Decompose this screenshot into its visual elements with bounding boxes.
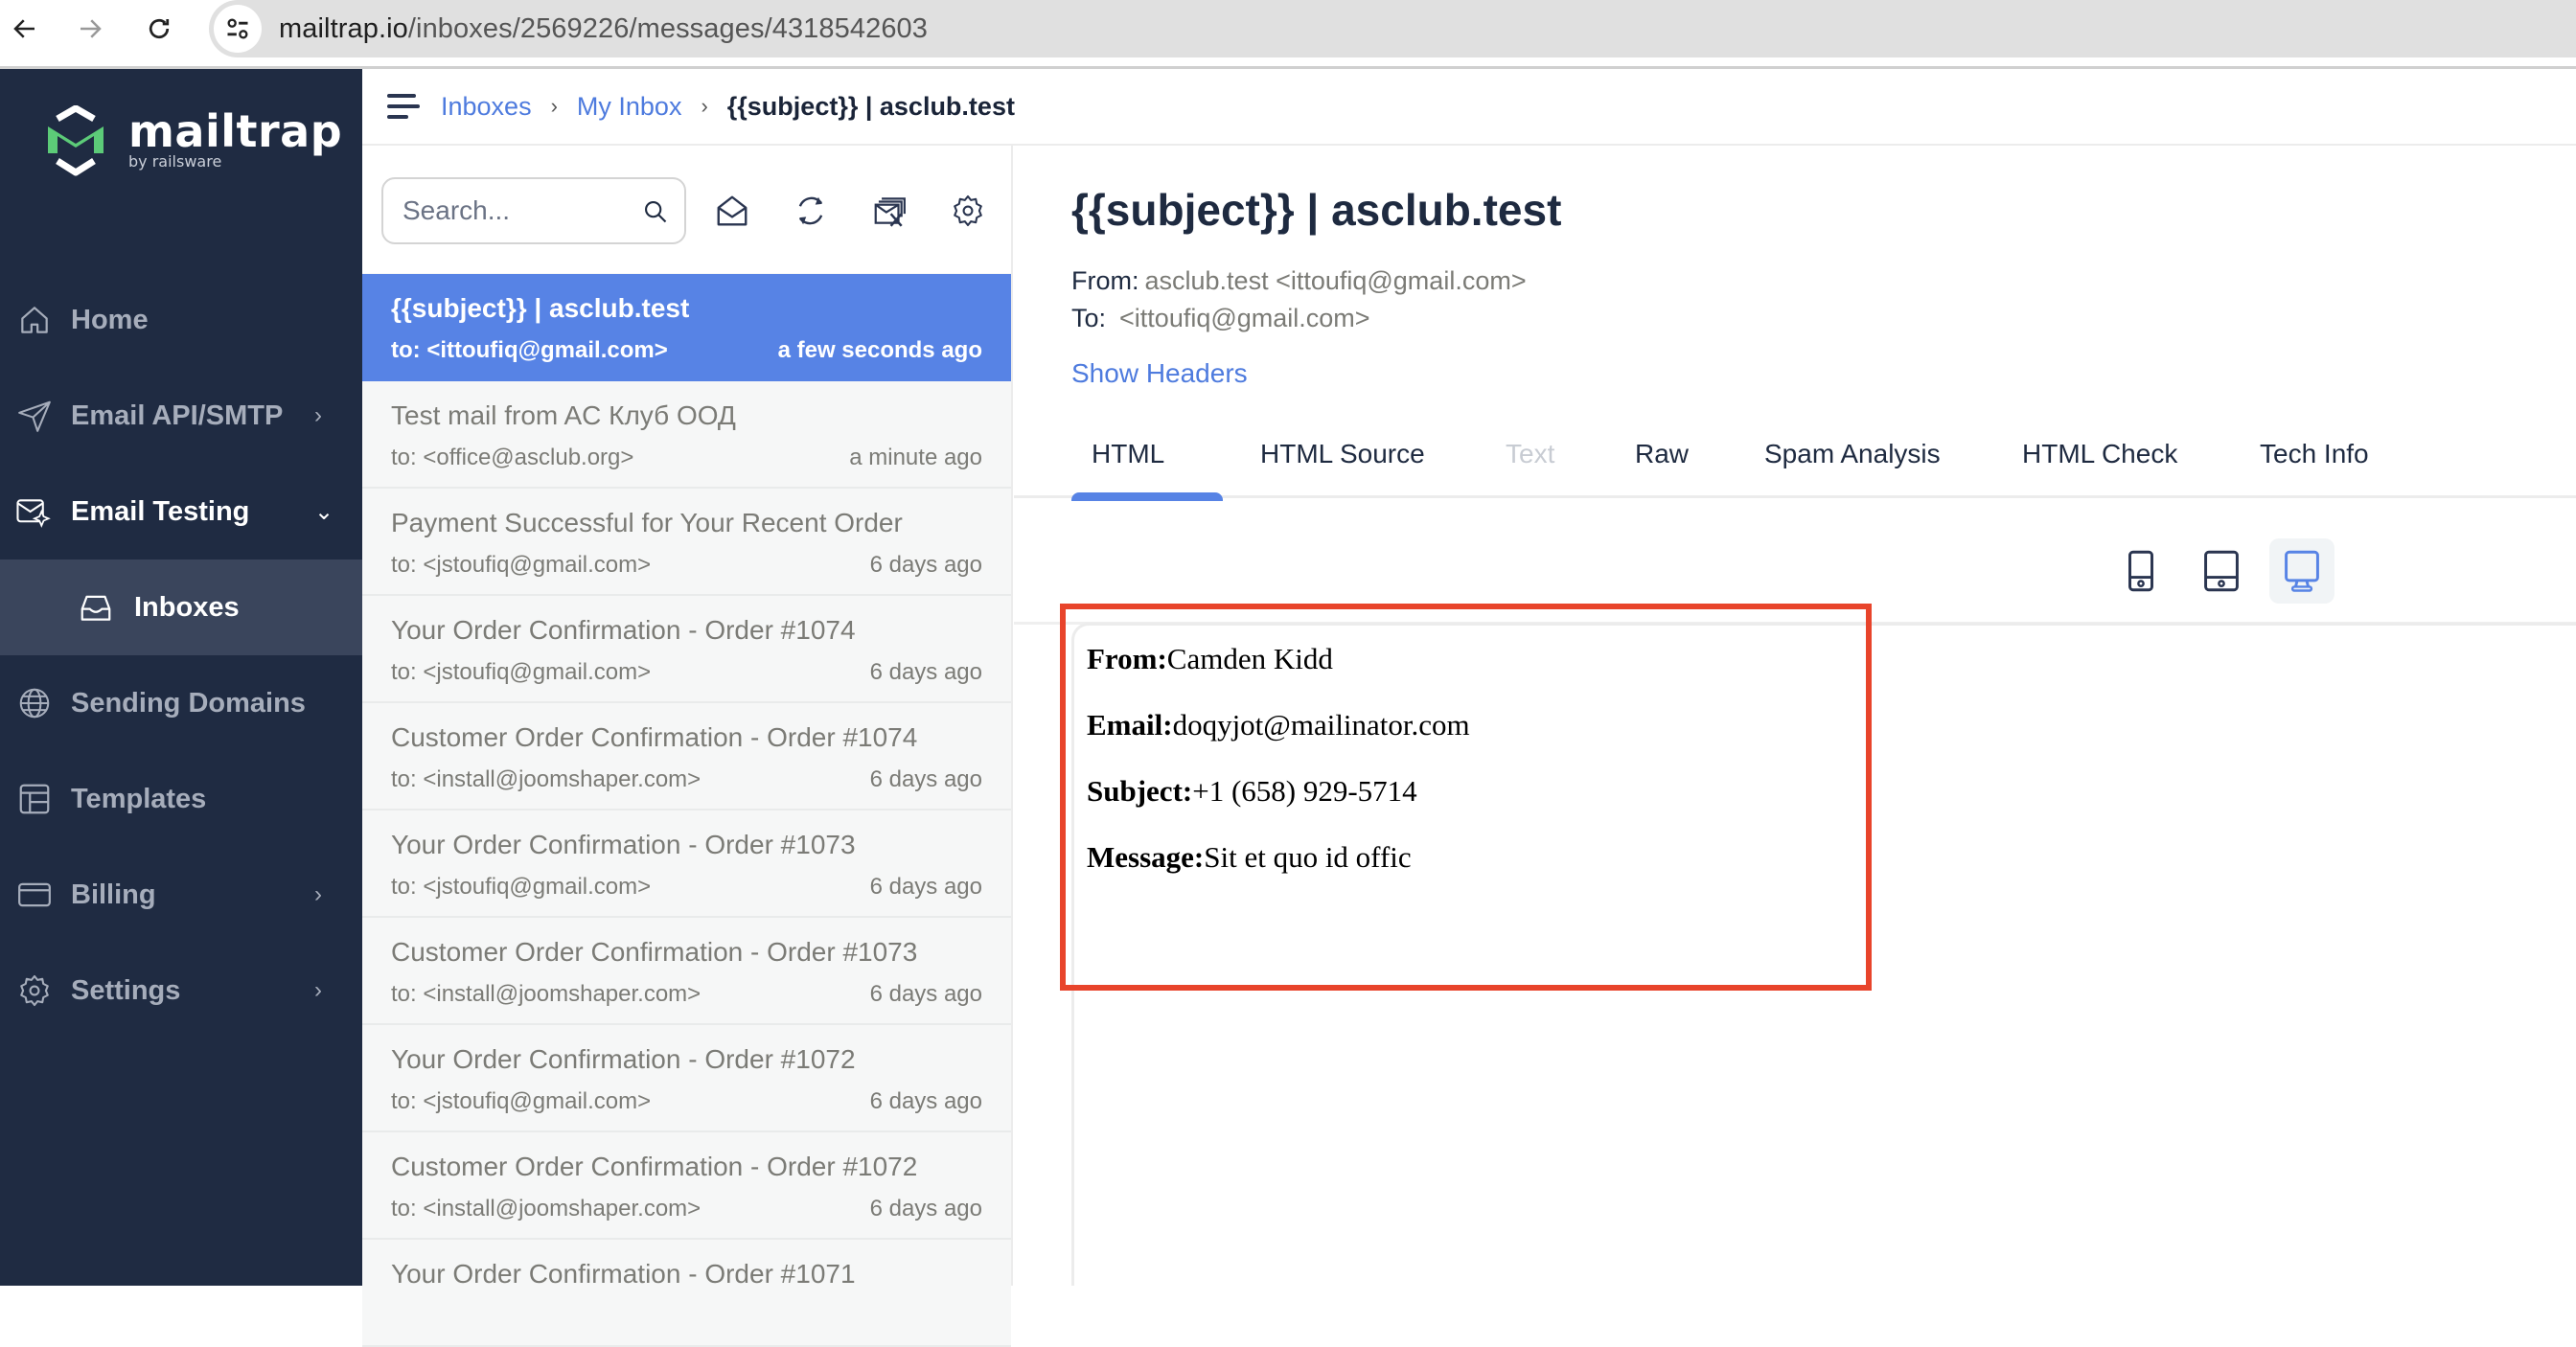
mailtrap-logo-icon — [48, 105, 104, 176]
device-desktop-button[interactable] — [2269, 538, 2334, 604]
tab-raw[interactable]: Raw — [1635, 439, 1689, 469]
inbox-icon — [77, 588, 115, 627]
message-view: {{subject}} | asclub.test From: asclub.te… — [1014, 146, 2576, 1286]
email-testing-icon — [15, 492, 54, 531]
globe-icon — [15, 684, 54, 722]
message-list-item[interactable]: Test mail from AC Клуб ООД to: <office@a… — [362, 381, 1011, 489]
billing-icon — [15, 876, 54, 914]
message-list-pane: {{subject}} | asclub.test to: <ittoufiq@… — [362, 146, 1013, 1347]
envelope-open-icon — [717, 195, 748, 226]
sidebar-item-inboxes[interactable]: Inboxes — [0, 559, 362, 655]
tab-html-source[interactable]: HTML Source — [1260, 439, 1425, 469]
device-tablet-button[interactable] — [2189, 538, 2254, 604]
tab-spam-analysis[interactable]: Spam Analysis — [1764, 439, 1941, 469]
email-body-line: Subject:+1 (658) 929-5714 — [1087, 774, 1417, 808]
site-settings-icon[interactable] — [214, 5, 262, 53]
clear-messages-icon — [874, 197, 906, 227]
breadcrumb: Inboxes › My Inbox › {{subject}} | asclu… — [362, 69, 2576, 146]
email-body-line: From:Camden Kidd — [1087, 642, 1333, 675]
tab-html[interactable]: HTML — [1092, 439, 1164, 469]
send-icon — [15, 397, 54, 435]
mobile-icon — [2128, 550, 2153, 592]
search-box[interactable] — [381, 177, 686, 244]
mailtrap-logo[interactable]: mailtrap by railsware — [44, 105, 342, 176]
breadcrumb-my-inbox[interactable]: My Inbox — [577, 92, 682, 122]
logo-name: mailtrap — [128, 104, 343, 157]
chevron-right-icon: › — [314, 881, 322, 907]
address-bar[interactable]: mailtrap.io/inboxes/2569226/messages/431… — [209, 0, 2576, 57]
message-list-item[interactable]: Customer Order Confirmation - Order #107… — [362, 1132, 1011, 1240]
message-list-item[interactable]: Your Order Confirmation - Order #1071 — [362, 1240, 1011, 1347]
settings-icon — [15, 971, 54, 1010]
message-list-item[interactable]: Your Order Confirmation - Order #1072 to… — [362, 1025, 1011, 1132]
menu-toggle-icon[interactable] — [387, 94, 420, 119]
message-list-item[interactable]: Your Order Confirmation - Order #1074 to… — [362, 596, 1011, 703]
forward-button[interactable] — [69, 8, 111, 50]
message-from: From: asclub.test <ittoufiq@gmail.com> — [1071, 266, 1527, 295]
show-headers-link[interactable]: Show Headers — [1071, 358, 1248, 389]
sidebar-item-templates[interactable]: Templates — [0, 751, 362, 847]
message-list-item[interactable]: Your Order Confirmation - Order #1073 to… — [362, 810, 1011, 918]
chevron-down-icon: ⌄ — [314, 498, 334, 525]
sidebar-item-email-api-smtp[interactable]: Email API/SMTP › — [0, 368, 362, 464]
breadcrumb-separator: › — [550, 94, 558, 118]
tab-text: Text — [1506, 439, 1555, 468]
email-body-line: Email:doqyjot@mailinator.com — [1087, 708, 1470, 742]
inbox-toolbar — [362, 146, 1011, 273]
search-icon[interactable] — [642, 198, 669, 225]
message-to: To: <ittoufiq@gmail.com> — [1071, 304, 1370, 332]
tab-tech-info[interactable]: Tech Info — [2260, 439, 2369, 469]
email-body-line: Message:Sit et quo id offic — [1087, 840, 1412, 874]
tablet-icon — [2204, 550, 2239, 592]
message-subject: {{subject}} | asclub.test — [1071, 185, 1562, 235]
refresh-button[interactable] — [792, 192, 830, 230]
sidebar: mailtrap by railsware Home Email API/SMT… — [0, 69, 362, 1286]
tab-html-check[interactable]: HTML Check — [2022, 439, 2177, 469]
device-mobile-button[interactable] — [2108, 538, 2174, 604]
message-tabs: HTML HTML Source Text Raw Spam Analysis … — [1014, 423, 2576, 498]
home-icon — [15, 301, 54, 339]
sidebar-item-email-testing[interactable]: Email Testing ⌄ — [0, 464, 362, 559]
email-body: From:Camden Kidd Email:doqyjot@mailinato… — [1087, 644, 1470, 908]
sidebar-item-sending-domains[interactable]: Sending Domains — [0, 655, 362, 751]
sidebar-item-billing[interactable]: Billing › — [0, 847, 362, 943]
mark-all-read-button[interactable] — [713, 192, 751, 230]
clear-inbox-button[interactable] — [870, 192, 908, 230]
chevron-right-icon: › — [314, 977, 322, 1003]
reload-button[interactable] — [138, 8, 180, 50]
chevron-right-icon: › — [314, 402, 322, 428]
reload-icon — [149, 18, 170, 39]
active-tab-indicator — [1071, 492, 1223, 501]
inbox-settings-button[interactable] — [949, 192, 987, 230]
message-list-item[interactable]: {{subject}} | asclub.test to: <ittoufiq@… — [362, 274, 1011, 381]
breadcrumb-inboxes[interactable]: Inboxes — [441, 92, 532, 122]
arrow-left-icon — [13, 19, 34, 38]
message-list-item[interactable]: Payment Successful for Your Recent Order… — [362, 489, 1011, 596]
search-input[interactable] — [402, 195, 623, 226]
message-list-item[interactable]: Customer Order Confirmation - Order #107… — [362, 918, 1011, 1025]
sidebar-item-settings[interactable]: Settings › — [0, 943, 362, 1039]
refresh-icon — [798, 196, 823, 225]
sidebar-item-home[interactable]: Home — [0, 272, 362, 368]
arrow-right-icon — [80, 19, 102, 38]
back-button[interactable] — [4, 8, 46, 50]
browser-toolbar: mailtrap.io/inboxes/2569226/messages/431… — [0, 0, 2576, 69]
url-text[interactable]: mailtrap.io/inboxes/2569226/messages/431… — [279, 13, 928, 45]
breadcrumb-current: {{subject}} | asclub.test — [726, 91, 1015, 121]
templates-icon — [15, 780, 54, 818]
breadcrumb-separator: › — [701, 94, 708, 118]
message-list-item[interactable]: Customer Order Confirmation - Order #107… — [362, 703, 1011, 810]
desktop-icon — [2285, 550, 2319, 592]
settings-icon — [954, 194, 982, 227]
